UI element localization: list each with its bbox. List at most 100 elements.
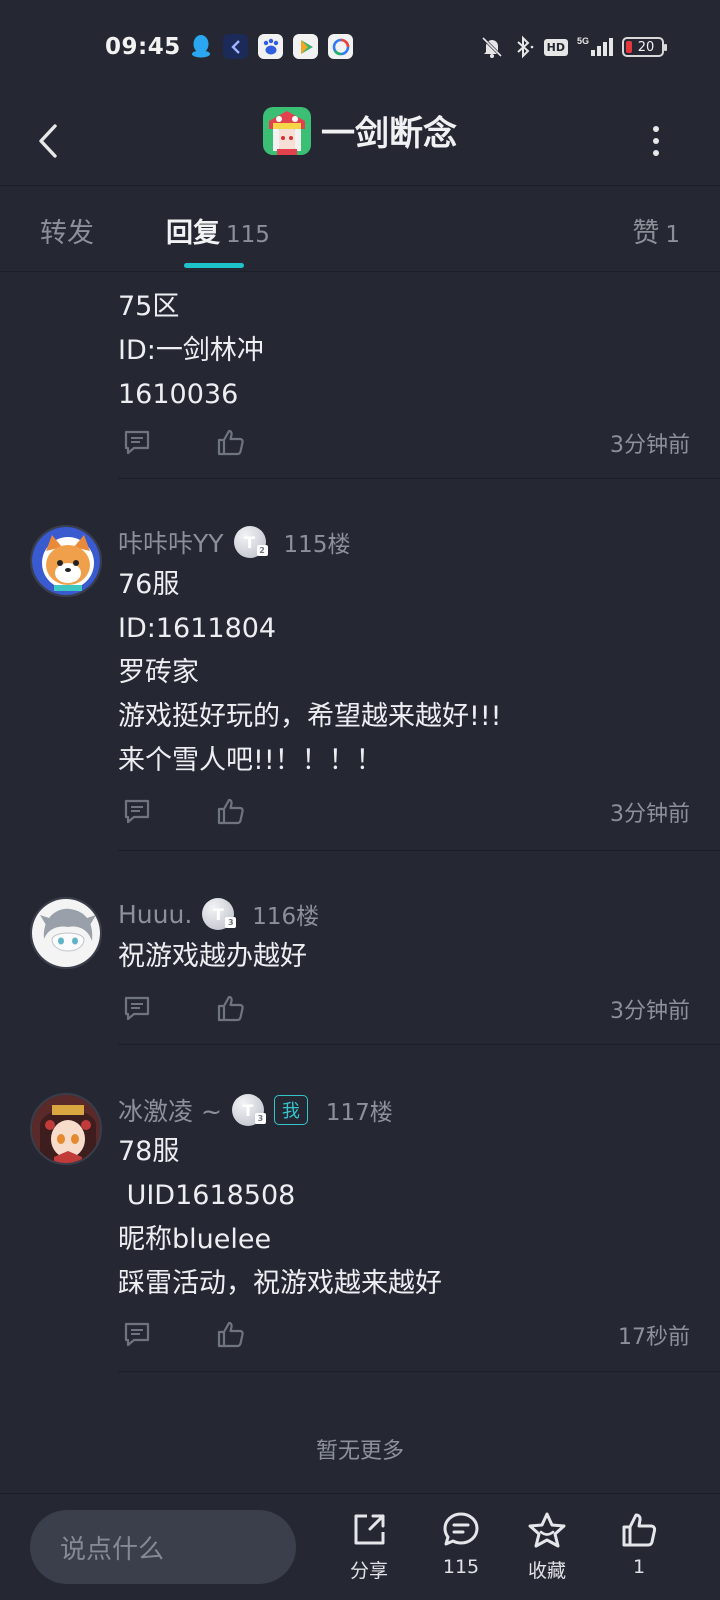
comment-line: 踩雷活动，祝游戏越来越好 — [118, 1268, 442, 1299]
comment-body: 76服 ID:1611804 罗砖家 游戏挺好玩的，希望越来越好!!! 来个雪人… — [118, 563, 501, 783]
comment-line: 罗砖家 — [118, 657, 199, 688]
comment-actions: 17秒前 — [120, 1317, 690, 1351]
battery-icon: 20 — [622, 34, 667, 60]
comment-input-placeholder: 说点什么 — [60, 1534, 165, 1565]
floor-number: 117楼 — [325, 1100, 393, 1126]
thumbs-up-icon — [620, 1508, 658, 1552]
comment-line: 游戏挺好玩的，希望越来越好!!! — [118, 701, 502, 732]
comment-button[interactable]: 115 — [426, 1508, 496, 1578]
favorite-label: 收藏 — [527, 1560, 566, 1582]
5g-signal-icon: 5G — [577, 34, 613, 60]
tab-reply-count: 115 — [226, 222, 270, 248]
comment-line-cut: ‥‥ — [118, 273, 264, 285]
comment-item: 咔咔咔YY T2 115楼 76服 ID:1611804 罗砖家 游戏挺好玩的，… — [0, 479, 720, 851]
more-dot — [653, 126, 659, 132]
thumbs-up-icon[interactable] — [214, 1317, 248, 1351]
comment-line: 1610036 — [118, 379, 239, 410]
no-more-text: 暂无更多 — [315, 1439, 404, 1464]
avatar[interactable] — [30, 1093, 102, 1165]
title-bar: 一剑断念 — [0, 96, 720, 186]
tab-bar: 转发 回复 115 赞1 — [0, 187, 720, 272]
tab-like-label: 赞 — [632, 218, 660, 249]
app-icon — [223, 34, 248, 59]
level-badge-icon: T3 — [202, 898, 237, 930]
avatar[interactable] — [30, 525, 102, 597]
comment-line: 75区 — [118, 291, 180, 322]
floor-number: 115楼 — [283, 532, 351, 558]
comment-time: 3分钟前 — [610, 999, 690, 1024]
share-icon — [350, 1508, 388, 1552]
username[interactable]: 咔咔咔YY — [118, 524, 224, 560]
comment-line: ID:1611804 — [118, 613, 277, 644]
thumbs-up-icon[interactable] — [214, 425, 248, 459]
system-icons: HD 5G 20 — [480, 34, 667, 60]
me-tag: 我 — [273, 1095, 308, 1125]
comment-header: 冰激凌 ~ T3 我 117楼 — [118, 1090, 393, 1130]
comment-header: Huuu. T3 116楼 — [118, 894, 319, 934]
reply-icon[interactable] — [120, 991, 154, 1025]
username[interactable]: 冰激凌 ~ — [118, 1092, 222, 1128]
comment-time: 3分钟前 — [610, 433, 690, 458]
thumbs-up-icon[interactable] — [214, 794, 248, 828]
svg-text:5G: 5G — [577, 36, 589, 46]
comment-count: 115 — [442, 1556, 480, 1578]
comment-actions: 3分钟前 — [120, 991, 690, 1025]
tab-reply-label: 回复 — [166, 218, 220, 249]
comment-body: 祝游戏越办越好 — [118, 935, 307, 979]
comment-header: 咔咔咔YY T2 115楼 — [118, 522, 350, 562]
page-title: 一剑断念 — [321, 114, 457, 154]
divider — [118, 1371, 720, 1372]
comment-time: 17秒前 — [618, 1325, 690, 1350]
reply-icon[interactable] — [120, 425, 154, 459]
browser-icon — [328, 34, 353, 59]
avatar[interactable] — [30, 897, 102, 969]
tab-like[interactable]: 赞1 — [632, 211, 680, 250]
comment-item: 冰激凌 ~ T3 我 117楼 78服 UID1618508 昵称bluelee… — [0, 1045, 720, 1372]
level-badge-icon: T2 — [233, 526, 268, 558]
bottom-bar: 说点什么 分享 115 收藏 1 — [0, 1493, 720, 1600]
favorite-button[interactable]: 收藏 — [512, 1508, 582, 1583]
baidu-icon — [258, 34, 283, 59]
tab-reply[interactable]: 回复 115 — [166, 211, 270, 250]
like-count: 1 — [632, 1556, 646, 1578]
floor-number: 116楼 — [252, 904, 320, 930]
comment-item: ‥‥ 75区 ID:一剑林冲 1610036 3分钟前 — [0, 273, 720, 479]
comment-body: 78服 UID1618508 昵称bluelee 踩雷活动，祝游戏越来越好 — [118, 1130, 442, 1306]
notification-icons — [188, 34, 353, 59]
comment-actions: 3分钟前 — [120, 794, 690, 828]
reply-list[interactable]: ‥‥ 75区 ID:一剑林冲 1610036 3分钟前 — [0, 273, 720, 1493]
level-badge-icon: T3 — [231, 1094, 266, 1126]
mute-icon — [480, 34, 504, 60]
reply-icon[interactable] — [120, 1317, 154, 1351]
comment-time: 3分钟前 — [610, 802, 690, 827]
more-dot — [653, 138, 659, 144]
thumbs-up-icon[interactable] — [214, 991, 248, 1025]
comment-body: ‥‥ 75区 ID:一剑林冲 1610036 — [118, 273, 264, 417]
comment-icon — [442, 1508, 480, 1552]
tab-like-count: 1 — [665, 222, 680, 248]
hd-icon: HD — [543, 34, 568, 60]
comment-line: 昵称bluelee — [118, 1224, 272, 1255]
comment-line: UID1618508 — [118, 1180, 296, 1211]
tab-repost-label: 转发 — [40, 218, 94, 249]
game-avatar[interactable] — [263, 106, 311, 155]
status-time: 09:45 — [105, 34, 181, 60]
comment-input[interactable]: 说点什么 — [30, 1510, 296, 1584]
qq-icon — [188, 34, 213, 59]
comment-actions: 3分钟前 — [120, 425, 690, 459]
tab-active-indicator — [184, 263, 244, 268]
more-options-button[interactable] — [636, 118, 676, 164]
tab-repost[interactable]: 转发 — [40, 211, 94, 250]
like-button[interactable]: 1 — [604, 1508, 674, 1578]
video-icon — [293, 34, 318, 59]
username[interactable]: Huuu. — [118, 900, 192, 929]
title-group: 一剑断念 — [0, 106, 720, 155]
share-button[interactable]: 分享 — [334, 1508, 404, 1583]
comment-item: Huuu. T3 116楼 祝游戏越办越好 3分钟前 — [0, 851, 720, 1045]
bluetooth-icon — [513, 34, 535, 60]
page: 09:45 HD 5G 20 一剑断念 转发 回复 115 赞 1 75区 ID… — [0, 0, 720, 1600]
reply-icon[interactable] — [120, 794, 154, 828]
comment-line: 76服 — [118, 569, 180, 600]
comment-line: 78服 — [118, 1136, 180, 1167]
comment-line: 来个雪人吧!!！！！！ — [118, 745, 383, 776]
